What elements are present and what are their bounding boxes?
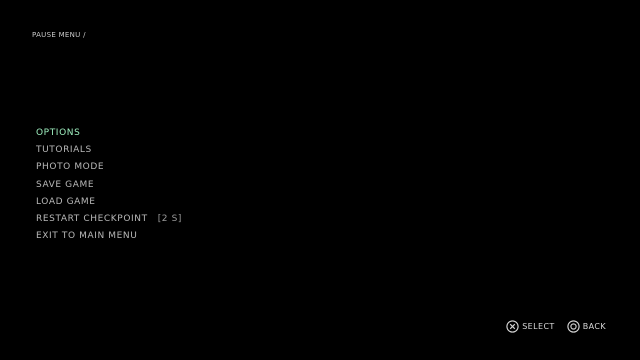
- circle-button-icon: [567, 320, 580, 333]
- hold-duration-hint: [2 S]: [157, 213, 183, 224]
- menu-item-load-game[interactable]: LOAD GAME: [36, 194, 182, 211]
- cross-button-icon: [506, 320, 519, 333]
- menu-item-tutorials[interactable]: TUTORIALS: [36, 142, 182, 159]
- select-label: SELECT: [522, 322, 555, 331]
- button-prompts: SELECT BACK: [506, 320, 606, 333]
- menu-item-label: TUTORIALS: [36, 145, 92, 156]
- menu-item-label: EXIT TO MAIN MENU: [36, 231, 138, 242]
- menu-item-restart-checkpoint[interactable]: RESTART CHECKPOINT [2 S]: [36, 211, 182, 228]
- back-prompt[interactable]: BACK: [567, 320, 606, 333]
- menu-item-options[interactable]: OPTIONS: [36, 125, 182, 142]
- menu-item-photo-mode[interactable]: PHOTO MODE: [36, 159, 182, 176]
- menu-item-label: OPTIONS: [36, 128, 81, 138]
- menu-item-label: RESTART CHECKPOINT: [36, 213, 148, 224]
- menu-item-label: SAVE GAME: [36, 179, 95, 190]
- menu-item-exit-to-main-menu[interactable]: EXIT TO MAIN MENU: [36, 228, 182, 245]
- pause-menu: OPTIONS TUTORIALS PHOTO MODE SAVE GAME L…: [36, 125, 182, 245]
- back-label: BACK: [582, 322, 606, 331]
- menu-item-label: PHOTO MODE: [36, 162, 105, 173]
- breadcrumb: PAUSE MENU /: [32, 31, 86, 39]
- menu-item-label: LOAD GAME: [36, 196, 96, 207]
- select-prompt[interactable]: SELECT: [506, 320, 555, 333]
- menu-item-save-game[interactable]: SAVE GAME: [36, 177, 182, 194]
